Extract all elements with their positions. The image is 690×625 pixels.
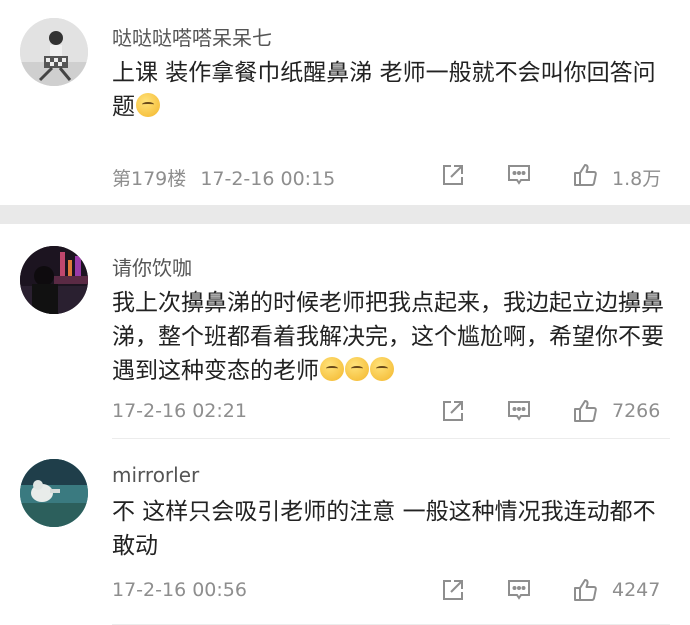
- floor-number: 第179楼: [112, 168, 187, 190]
- avatar-image: [20, 246, 88, 314]
- section-separator: [0, 205, 690, 224]
- avatar-image: [20, 459, 88, 527]
- comment-text-content: 不 这样只会吸引老师的注意 一般这种情况我连动都不敢动: [112, 499, 656, 559]
- share-icon[interactable]: [440, 162, 466, 188]
- thumbs-up-icon[interactable]: [572, 398, 598, 424]
- comment-text: 上课 装作拿餐巾纸醒鼻涕 老师一般就不会叫你回答问题: [112, 56, 672, 124]
- comment-meta: 17-2-16 02:21: [112, 400, 247, 422]
- comment-actions: 7266: [440, 398, 690, 428]
- comment-text-content: 上课 装作拿餐巾纸醒鼻涕 老师一般就不会叫你回答问题: [112, 60, 656, 120]
- comment-item: 请你饮咖 我上次擤鼻涕的时候老师把我点起来，我边起立边擤鼻涕，整个班都看着我解决…: [0, 224, 690, 439]
- comment-actions: 4247: [440, 577, 690, 607]
- comment-meta: 17-2-16 00:56: [112, 579, 247, 601]
- share-icon[interactable]: [440, 398, 466, 424]
- thumbs-up-icon[interactable]: [572, 162, 598, 188]
- thinking-emoji-icon: [320, 357, 344, 381]
- username[interactable]: mirrorler: [112, 463, 199, 487]
- thinking-emoji-icon: [345, 357, 369, 381]
- username[interactable]: 哒哒哒嗒嗒呆呆七: [112, 22, 272, 51]
- timestamp: 17-2-16 02:21: [112, 400, 247, 422]
- timestamp: 17-2-16 00:15: [200, 168, 336, 190]
- comment-actions: 1.8万: [440, 162, 690, 192]
- avatar[interactable]: [20, 246, 88, 314]
- comment-text: 我上次擤鼻涕的时候老师把我点起来，我边起立边擤鼻涕，整个班都看着我解决完，这个尴…: [112, 286, 672, 388]
- comment-icon[interactable]: [506, 577, 532, 603]
- avatar[interactable]: [20, 18, 88, 86]
- avatar-image: [20, 18, 88, 86]
- like-count: 1.8万: [612, 168, 662, 190]
- thinking-emoji-icon: [136, 93, 160, 117]
- username[interactable]: 请你饮咖: [112, 252, 192, 281]
- avatar[interactable]: [20, 459, 88, 527]
- comment-icon[interactable]: [506, 398, 532, 424]
- comment-item: mirrorler 不 这样只会吸引老师的注意 一般这种情况我连动都不敢动 17…: [0, 439, 690, 625]
- thumbs-up-icon[interactable]: [572, 577, 598, 603]
- share-icon[interactable]: [440, 577, 466, 603]
- comment-meta: 第179楼 17-2-16 00:15: [112, 164, 335, 191]
- comment-text: 不 这样只会吸引老师的注意 一般这种情况我连动都不敢动: [112, 495, 672, 563]
- like-count: 7266: [612, 400, 661, 422]
- thinking-emoji-icon: [370, 357, 394, 381]
- comment-item: 哒哒哒嗒嗒呆呆七 上课 装作拿餐巾纸醒鼻涕 老师一般就不会叫你回答问题 第179…: [0, 0, 690, 205]
- comment-icon[interactable]: [506, 162, 532, 188]
- timestamp: 17-2-16 00:56: [112, 579, 247, 601]
- like-count: 4247: [612, 579, 661, 601]
